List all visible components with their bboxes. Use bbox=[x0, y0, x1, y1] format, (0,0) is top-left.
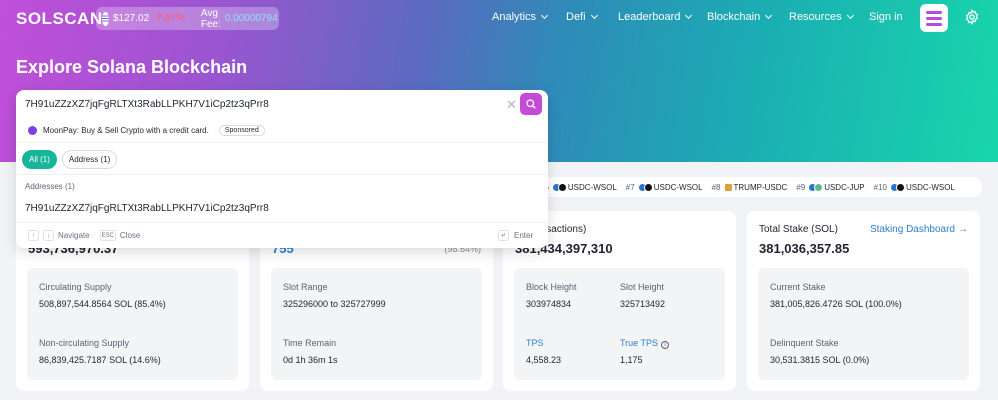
token-pair-icon bbox=[637, 182, 653, 192]
tps-value: 4,558.23 bbox=[526, 355, 562, 365]
tps-label[interactable]: TPS bbox=[526, 338, 544, 348]
slot-range-label: Slot Range bbox=[283, 282, 328, 292]
ticker-item[interactable]: #7 USDC-WSOL bbox=[626, 182, 703, 192]
close-icon[interactable]: ✕ bbox=[506, 97, 517, 113]
chevron-down-icon bbox=[685, 11, 693, 20]
menu-icon[interactable] bbox=[920, 4, 948, 32]
epoch-details: Slot Range 325296000 to 325727999 Time R… bbox=[271, 268, 482, 380]
tab-address[interactable]: Address (1) bbox=[61, 150, 118, 169]
keyboard-hints: ↑ ↓ Navigate ESC Close bbox=[28, 230, 140, 241]
ad-text: MoonPay: Buy & Sell Crypto with a credit… bbox=[43, 126, 209, 135]
token-pair-icon bbox=[890, 182, 905, 192]
slot-height-value: 325713492 bbox=[620, 299, 666, 309]
addresses-section-label: Addresses (1) bbox=[25, 182, 75, 191]
token-pair-icon bbox=[808, 182, 824, 192]
chevron-down-icon bbox=[765, 11, 773, 20]
tab-all[interactable]: All (1) bbox=[22, 150, 57, 169]
ticker-item[interactable]: #8 TRUMP-USDC bbox=[712, 182, 787, 192]
nav-resources[interactable]: Resources bbox=[789, 11, 854, 23]
sponsored-ad[interactable]: MoonPay: Buy & Sell Crypto with a credit… bbox=[28, 125, 265, 136]
hint-navigate: Navigate bbox=[58, 231, 90, 240]
solscan-logo[interactable]: SOLSCAN bbox=[16, 9, 103, 29]
divider bbox=[16, 142, 548, 143]
sol-price-pill[interactable]: $127.02 -7.87% Avg Fee: 0.00000794 bbox=[96, 7, 279, 30]
search-button[interactable] bbox=[520, 93, 542, 115]
staking-dashboard-link[interactable]: Staking Dashboard → bbox=[870, 224, 968, 235]
arrow-down-icon: ↓ bbox=[43, 230, 54, 241]
circulating-supply-value: 508,897,544.8564 SOL (85.4%) bbox=[39, 299, 166, 309]
search-input[interactable]: 7H91uZZzXZ7jqFgRLTXt3RabLLPKH7V1iCp2tz3q… bbox=[25, 99, 269, 110]
nav-blockchain[interactable]: Blockchain bbox=[707, 11, 773, 23]
enter-hint: ↵ Enter bbox=[498, 230, 533, 241]
sol-price: $127.02 bbox=[113, 13, 150, 24]
ticker-item[interactable]: #9 USDC-JUP bbox=[796, 182, 865, 192]
delinquent-stake-label: Delinquent Stake bbox=[770, 338, 839, 348]
ticker-item[interactable]: #10 USDC-WSOL bbox=[874, 182, 955, 192]
hint-enter: Enter bbox=[514, 231, 534, 240]
sign-in-link[interactable]: Sign in bbox=[869, 11, 903, 23]
arrow-right-icon: → bbox=[958, 224, 968, 235]
stake-details: Current Stake 381,005,826.4726 SOL (100.… bbox=[758, 268, 969, 380]
nav-defi[interactable]: Defi bbox=[566, 11, 598, 23]
sponsored-badge: Sponsored bbox=[218, 125, 265, 136]
chevron-down-icon bbox=[540, 11, 549, 20]
network-details: Block Height 303974834 Slot Height 32571… bbox=[514, 268, 725, 380]
divider bbox=[16, 222, 548, 223]
arrow-up-icon: ↑ bbox=[28, 230, 39, 241]
gear-icon[interactable] bbox=[964, 9, 980, 25]
trending-pairs-ticker: #6USDC-WSOL #7USDC-WSOL #8TRUMP-USDC #9U… bbox=[540, 177, 982, 197]
stake-card: Total Stake (SOL) Staking Dashboard → 381… bbox=[747, 211, 980, 391]
nav-analytics[interactable]: Analytics bbox=[492, 11, 549, 23]
esc-key: ESC bbox=[99, 230, 116, 241]
nav-leaderboard[interactable]: Leaderboard bbox=[618, 11, 693, 23]
time-remain-value: 0d 1h 36m 1s bbox=[283, 355, 338, 365]
chevron-down-icon bbox=[846, 11, 854, 20]
page-title: Explore Solana Blockchain bbox=[16, 57, 248, 77]
token-pair-icon bbox=[551, 182, 567, 192]
moonpay-icon bbox=[28, 126, 37, 135]
slot-height-label: Slot Height bbox=[620, 282, 665, 292]
time-remain-label: Time Remain bbox=[283, 338, 337, 348]
avg-fee-value: 0.00000794 bbox=[224, 13, 278, 24]
circulating-supply-label: Circulating Supply bbox=[39, 282, 112, 292]
current-stake-value: 381,005,826.4726 SOL (100.0%) bbox=[770, 299, 902, 309]
solana-icon bbox=[102, 11, 109, 26]
sol-price-change: -7.87% bbox=[153, 13, 185, 24]
avg-fee-label: Avg Fee: bbox=[200, 7, 221, 30]
info-icon[interactable]: i bbox=[661, 341, 670, 349]
delinquent-stake-value: 30,531.3815 SOL (0.0%) bbox=[770, 355, 870, 365]
current-stake-label: Current Stake bbox=[770, 282, 826, 292]
search-icon bbox=[526, 99, 536, 109]
total-stake-label: Total Stake (SOL) bbox=[759, 224, 838, 235]
non-circulating-supply-value: 86,839,425.7187 SOL (14.6%) bbox=[39, 355, 161, 365]
block-height-value: 303974834 bbox=[526, 299, 572, 309]
non-circulating-supply-label: Non-circulating Supply bbox=[39, 338, 130, 348]
block-height-label: Block Height bbox=[526, 282, 577, 292]
supply-details: Circulating Supply 508,897,544.8564 SOL … bbox=[27, 268, 238, 380]
total-stake-value: 381,036,357.85 bbox=[759, 241, 850, 256]
token-pair-icon bbox=[723, 182, 733, 192]
hint-close: Close bbox=[119, 231, 141, 240]
search-result-address[interactable]: 7H91uZZzXZ7jqFgRLTXt3RabLLPKH7V1iCp2tz3q… bbox=[25, 203, 269, 214]
true-tps-label[interactable]: True TPS i bbox=[620, 338, 670, 349]
slot-range-value: 325296000 to 325727999 bbox=[283, 299, 386, 309]
chevron-down-icon bbox=[590, 11, 598, 20]
divider bbox=[16, 174, 548, 175]
enter-icon: ↵ bbox=[498, 230, 509, 241]
true-tps-value: 1,175 bbox=[620, 355, 643, 365]
ticker-item[interactable]: #6USDC-WSOL bbox=[540, 182, 617, 192]
search-result-tabs: All (1) Address (1) bbox=[22, 150, 118, 169]
search-dropdown: 7H91uZZzXZ7jqFgRLTXt3RabLLPKH7V1iCp2tz3q… bbox=[16, 90, 548, 248]
